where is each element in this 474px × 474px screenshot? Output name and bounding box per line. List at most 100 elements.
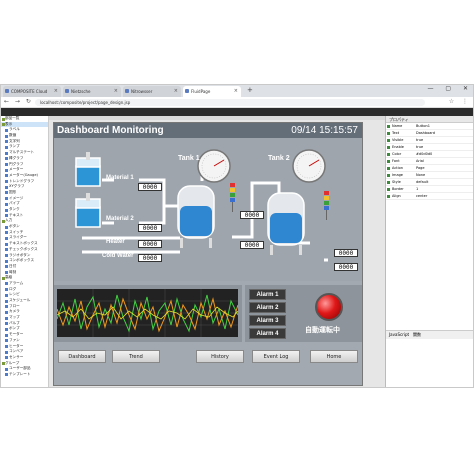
sidebar-item-label: イメージ xyxy=(9,195,24,200)
sidebar-item[interactable]: テンプレート xyxy=(1,372,48,378)
url-icons[interactable]: ☆ ⋮ xyxy=(449,98,471,105)
property-row[interactable]: Visible true xyxy=(386,137,473,144)
alarm-4[interactable]: Alarm 4 xyxy=(249,328,286,339)
component-icon xyxy=(5,254,8,257)
component-icon xyxy=(5,259,8,263)
sidebar-item-label: チェックボックス xyxy=(9,246,38,251)
event-log-button[interactable]: Event Log xyxy=(252,350,300,363)
property-row[interactable]: Border 1 xyxy=(386,186,473,193)
property-row[interactable]: Align center xyxy=(386,193,473,200)
component-icon xyxy=(5,305,8,309)
auto-run-status: 自動運転中 xyxy=(305,326,340,334)
alarm-2[interactable]: Alarm 2 xyxy=(249,302,286,313)
sidebar-item-label: XYグラフ xyxy=(9,184,25,189)
sidebar-item-label: グループ xyxy=(5,360,20,365)
property-row[interactable]: Enable true xyxy=(386,144,473,151)
property-key: Font xyxy=(392,159,400,163)
alarm-1[interactable]: Alarm 1 xyxy=(249,289,286,300)
property-icon xyxy=(387,174,390,177)
sidebar-item-label: ポンプ xyxy=(9,326,20,331)
sidebar-item-label: タンク xyxy=(9,207,20,211)
sidebar-item-label: 入力 xyxy=(5,218,13,223)
cold-water-label: Cold Water xyxy=(102,253,134,259)
auto-run-lamp xyxy=(315,293,343,321)
sidebar-item-label: ランプ xyxy=(9,144,20,149)
property-key: Name xyxy=(392,124,403,128)
property-value[interactable]: true xyxy=(416,144,464,150)
properties-list: Name Button1 Text Dashboard Visible true Enabl… xyxy=(386,123,473,200)
tank-1-label: Tank 1 xyxy=(178,155,200,162)
property-row[interactable]: Text Dashboard xyxy=(386,130,473,137)
material-1-label: Material 1 xyxy=(106,175,134,181)
sidebar-item-label: アラーム xyxy=(9,280,24,285)
alarm-3[interactable]: Alarm 3 xyxy=(249,315,286,326)
script-bar[interactable]: JavaScript 関数 xyxy=(386,330,473,339)
property-row[interactable]: Image None xyxy=(386,172,473,179)
address-bar-row: ← → ↻ ⌂ localhost:/composite/project/pag… xyxy=(1,97,473,108)
component-icon xyxy=(5,293,8,297)
tank-2-value-2: 0000 xyxy=(334,263,358,271)
home-button[interactable]: Home xyxy=(310,350,358,363)
property-icon xyxy=(387,181,390,184)
close-icon[interactable]: × xyxy=(174,88,178,94)
property-value[interactable]: center xyxy=(416,193,464,199)
sidebar-item-label: 数値 xyxy=(9,133,17,138)
property-value[interactable]: Arial xyxy=(416,158,464,164)
canvas-ruler xyxy=(49,116,385,120)
folder-icon xyxy=(2,362,5,366)
component-icon xyxy=(5,282,8,286)
cold-water-value: 0000 xyxy=(138,254,162,262)
property-row[interactable]: Name Button1 xyxy=(386,123,473,130)
sidebar-item-label: スライダー xyxy=(9,235,27,240)
tank-1 xyxy=(177,185,215,248)
tank-1-value-2: 0000 xyxy=(240,241,264,249)
window-controls[interactable]: — ▢ ✕ xyxy=(427,85,473,92)
clock-display: 09/14 15:15:57 xyxy=(291,125,358,136)
close-icon[interactable]: × xyxy=(234,88,238,94)
browser-tab-active[interactable]: FluidPage × xyxy=(183,86,241,97)
hmi-screen[interactable]: Dashboard Monitoring 09/14 15:15:57 Mate… xyxy=(53,122,363,386)
property-row[interactable]: Font Arial xyxy=(386,158,473,165)
sidebar-item-label: メーター(Gauge) xyxy=(9,172,38,177)
sidebar-item-label: フロー xyxy=(9,303,20,308)
property-value[interactable]: Page xyxy=(416,165,464,171)
property-row[interactable]: Style default xyxy=(386,179,473,186)
property-icon xyxy=(387,153,390,156)
component-icon xyxy=(5,202,8,206)
trend-button[interactable]: Trend xyxy=(112,350,160,363)
property-key: Border xyxy=(392,187,404,191)
component-icon xyxy=(5,310,8,314)
component-icon xyxy=(5,163,8,166)
history-button[interactable]: History xyxy=(196,350,244,363)
sidebar-item-label: 図形 xyxy=(9,189,17,194)
component-icon xyxy=(5,271,8,275)
property-row[interactable]: Color #d0d0d0 xyxy=(386,151,473,158)
component-icon xyxy=(5,180,8,184)
design-canvas[interactable]: Dashboard Monitoring 09/14 15:15:57 Mate… xyxy=(49,116,385,387)
alarm-panel: Alarm 1 Alarm 2 Alarm 3 Alarm 4 自動運転中 xyxy=(245,285,362,342)
component-icon xyxy=(5,174,8,178)
property-value[interactable]: None xyxy=(416,172,464,178)
property-value[interactable]: Dashboard xyxy=(416,130,464,136)
close-icon[interactable]: × xyxy=(54,88,58,94)
heater-label: Heater xyxy=(106,239,125,245)
property-value[interactable]: 1 xyxy=(416,186,464,192)
sidebar-item-label: センサー xyxy=(9,354,24,359)
property-value[interactable]: Button1 xyxy=(416,123,464,129)
browser-tab[interactable]: Nitrowsser × xyxy=(123,86,181,97)
property-value[interactable]: true xyxy=(416,137,464,143)
browser-tab[interactable]: Nietzsche × xyxy=(63,86,121,97)
url-input[interactable]: localhost:/composite/project/page_design… xyxy=(35,99,425,106)
component-icon xyxy=(5,288,8,292)
property-value[interactable]: default xyxy=(416,179,464,185)
material-2-value: 0000 xyxy=(138,224,162,232)
favicon-icon xyxy=(5,89,9,93)
tank-1-value-1: 0000 xyxy=(240,211,264,219)
sidebar-item-label: スケジュール xyxy=(9,298,31,302)
new-tab-button[interactable]: + xyxy=(247,86,253,94)
property-value[interactable]: #d0d0d0 xyxy=(416,151,464,157)
property-row[interactable]: Action Page xyxy=(386,165,473,172)
browser-tab[interactable]: COMPOSITE Cloud × xyxy=(3,86,61,97)
dashboard-button[interactable]: Dashboard xyxy=(58,350,106,363)
close-icon[interactable]: × xyxy=(114,88,118,94)
